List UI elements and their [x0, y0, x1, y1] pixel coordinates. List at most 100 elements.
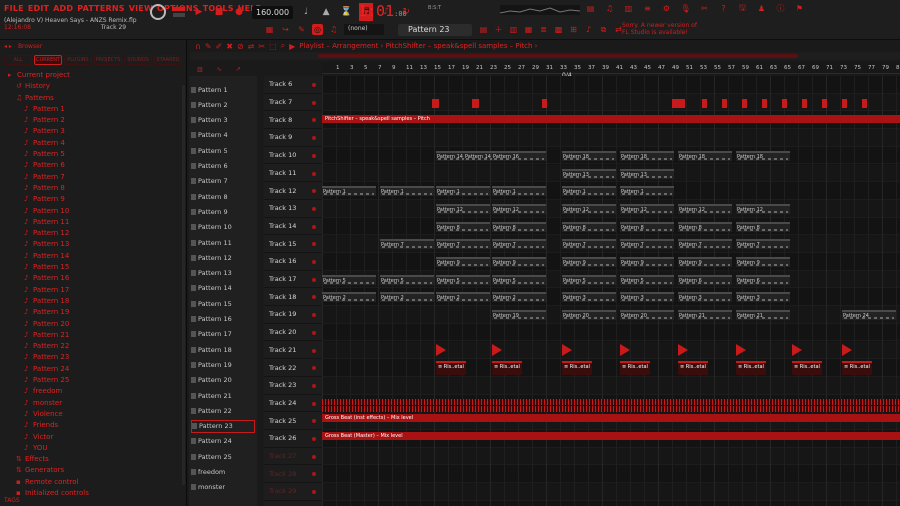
- track-header[interactable]: Track 22: [264, 359, 322, 377]
- channel-item[interactable]: Pattern 25: [191, 450, 255, 463]
- track-header[interactable]: Track 8: [264, 111, 322, 130]
- pattern-clip[interactable]: Pattern 9: [736, 257, 790, 267]
- user-icon[interactable]: ♟: [756, 3, 767, 14]
- track-mute-led[interactable]: [312, 171, 316, 176]
- browser-tree-item[interactable]: ⇅ Generators: [0, 465, 187, 476]
- track-lane[interactable]: [322, 447, 900, 466]
- track-header[interactable]: Track 14: [264, 218, 322, 236]
- pattern-clip[interactable]: Pattern 9: [678, 257, 732, 267]
- timeline-ruler[interactable]: 1 3 5 7 9 11 13 15 17 19 21 23 25 27 29 31 33 35 37 39 41 43 4…: [322, 62, 900, 74]
- clone-icon[interactable]: ⧉: [598, 24, 609, 35]
- news-panel[interactable]: Sorry. A newer version of FL Studio is a…: [622, 22, 697, 36]
- pattern-clip[interactable]: Pattern 18: [678, 150, 732, 161]
- browser-tree-item[interactable]: ♪ Pattern 3: [0, 126, 187, 137]
- track-header[interactable]: Track 16: [264, 253, 322, 271]
- tap-tempo-icon[interactable]: ♩: [299, 5, 313, 19]
- pattern-clip[interactable]: Pattern 1: [620, 186, 674, 197]
- track-mute-led[interactable]: [312, 189, 316, 194]
- track-lane[interactable]: [322, 324, 900, 342]
- channel-item[interactable]: Pattern 7: [191, 175, 255, 188]
- browser-tree-item[interactable]: ♪ Pattern 25: [0, 375, 187, 386]
- stop-icon[interactable]: ■: [212, 5, 226, 19]
- channel-item[interactable]: Pattern 12: [191, 251, 255, 264]
- mixer-track-select[interactable]: (none): [344, 24, 384, 35]
- pattern-clip[interactable]: Pattern 8: [620, 221, 674, 232]
- pattern-clip[interactable]: Pattern 20: [620, 310, 674, 321]
- browser-tree-item[interactable]: ♪ Pattern 11: [0, 217, 187, 228]
- riser-clip[interactable]: ≡ Ris..etal: [842, 361, 872, 376]
- pattern-clip[interactable]: Pattern 5: [620, 274, 674, 285]
- track-header[interactable]: Track 12: [264, 182, 322, 200]
- track-header[interactable]: Track 27: [264, 448, 322, 466]
- pattern-selector[interactable]: Pattern 23: [398, 24, 472, 36]
- riser-clip[interactable]: ≡ Ris..etal: [620, 361, 650, 376]
- track-mute-led[interactable]: [312, 206, 316, 211]
- browser-tree-item[interactable]: ♪ Pattern 9: [0, 194, 187, 205]
- channel-item[interactable]: Pattern 23: [191, 419, 255, 433]
- track-header[interactable]: Track 17: [264, 271, 322, 289]
- track-header[interactable]: Track 28: [264, 465, 322, 484]
- track-mute-led[interactable]: [312, 383, 316, 388]
- playlist-icon[interactable]: ▦: [523, 24, 534, 35]
- menu-add[interactable]: ADD: [53, 4, 73, 13]
- pattern-clip[interactable]: Pattern 7: [620, 239, 674, 250]
- render-icon[interactable]: 🖫: [737, 3, 748, 14]
- browser-tree-item[interactable]: ↺ History: [0, 81, 187, 92]
- browser-tree-item[interactable]: ♪ Pattern 22: [0, 341, 187, 352]
- pattern-clip[interactable]: Pattern 12: [436, 203, 490, 214]
- pattern-clip[interactable]: Pattern 8: [736, 221, 790, 232]
- speaker-icon[interactable]: ♫: [328, 24, 339, 35]
- track-header[interactable]: Track 23: [264, 377, 322, 395]
- pencil-icon[interactable]: ✎: [296, 24, 307, 35]
- track-mute-led[interactable]: [312, 242, 316, 247]
- pattern-clip[interactable]: Pattern 20: [562, 310, 616, 321]
- browser-tree-item[interactable]: ♪ Violence: [0, 409, 187, 420]
- track-mute-led[interactable]: [312, 437, 316, 441]
- pattern-clip[interactable]: Pattern 12: [736, 203, 790, 214]
- piano-keys-icon[interactable]: ▥: [197, 66, 203, 76]
- track-lane[interactable]: [322, 341, 900, 360]
- track-mute-led[interactable]: [312, 330, 316, 335]
- automation-clip[interactable]: Gross Beat (Master) – Mix level: [322, 432, 900, 440]
- track-header[interactable]: Track 25: [264, 412, 322, 430]
- browser-tab-sounds[interactable]: SOUNDS: [124, 55, 152, 65]
- mixer-icon[interactable]: ≡: [642, 3, 653, 14]
- track-header[interactable]: Track 9: [264, 129, 322, 147]
- wave-icon[interactable]: ∿: [217, 66, 222, 76]
- track-mute-led[interactable]: [312, 313, 316, 318]
- browser-tree-item[interactable]: ♪ Pattern 5: [0, 149, 187, 160]
- pattern-clip[interactable]: Pattern 3: [562, 292, 616, 303]
- channel-item[interactable]: Pattern 3: [191, 114, 255, 127]
- play-icon[interactable]: ▶: [192, 5, 206, 19]
- channel-item[interactable]: Pattern 11: [191, 236, 255, 249]
- wait-icon[interactable]: ⌛: [339, 5, 353, 19]
- browser-tab-projects[interactable]: PROJECTS: [94, 55, 122, 65]
- riser-clip[interactable]: ≡ Ris..etal: [792, 361, 822, 376]
- pattern-clip[interactable]: Pattern 21: [736, 310, 790, 321]
- plus-icon[interactable]: ＋: [493, 24, 504, 35]
- pattern-clip[interactable]: Pattern 12: [492, 203, 546, 214]
- eq-icon[interactable]: ≣: [538, 24, 549, 35]
- track-mute-led[interactable]: [312, 401, 316, 406]
- mixer-icon-2[interactable]: ▩: [553, 24, 564, 35]
- track-mute-led[interactable]: [312, 153, 316, 158]
- pattern-clip[interactable]: Pattern 8: [562, 221, 616, 232]
- pattern-clip[interactable]: Pattern 7: [678, 239, 732, 250]
- browser-tree-item[interactable]: ♪ Pattern 15: [0, 262, 187, 273]
- browser-tree-item[interactable]: ♪ Pattern 14: [0, 251, 187, 262]
- channel-item[interactable]: Pattern 4: [191, 129, 255, 142]
- track-header[interactable]: Track 29: [264, 483, 322, 501]
- pattern-clip[interactable]: Pattern 7: [492, 239, 546, 250]
- browser-tree-item[interactable]: ♪ Pattern 19: [0, 307, 187, 318]
- browser-scrollbar[interactable]: [182, 85, 185, 485]
- browser-tree-item[interactable]: ♫ Patterns: [0, 93, 187, 104]
- browser-tree-item[interactable]: ♪ Pattern 2: [0, 115, 187, 126]
- channel-item[interactable]: Pattern 9: [191, 205, 255, 218]
- browser-tab-all[interactable]: ALL: [4, 55, 32, 65]
- track-mute-led[interactable]: [312, 419, 316, 424]
- delete-tool-icon[interactable]: ✖: [226, 42, 233, 51]
- browser-tab-plugins[interactable]: PLUGINS: [64, 55, 92, 65]
- settings-icon[interactable]: ⚑: [794, 3, 805, 14]
- pattern-clip[interactable]: Pattern 9: [492, 257, 546, 267]
- snap-icon[interactable]: ▦: [264, 24, 275, 35]
